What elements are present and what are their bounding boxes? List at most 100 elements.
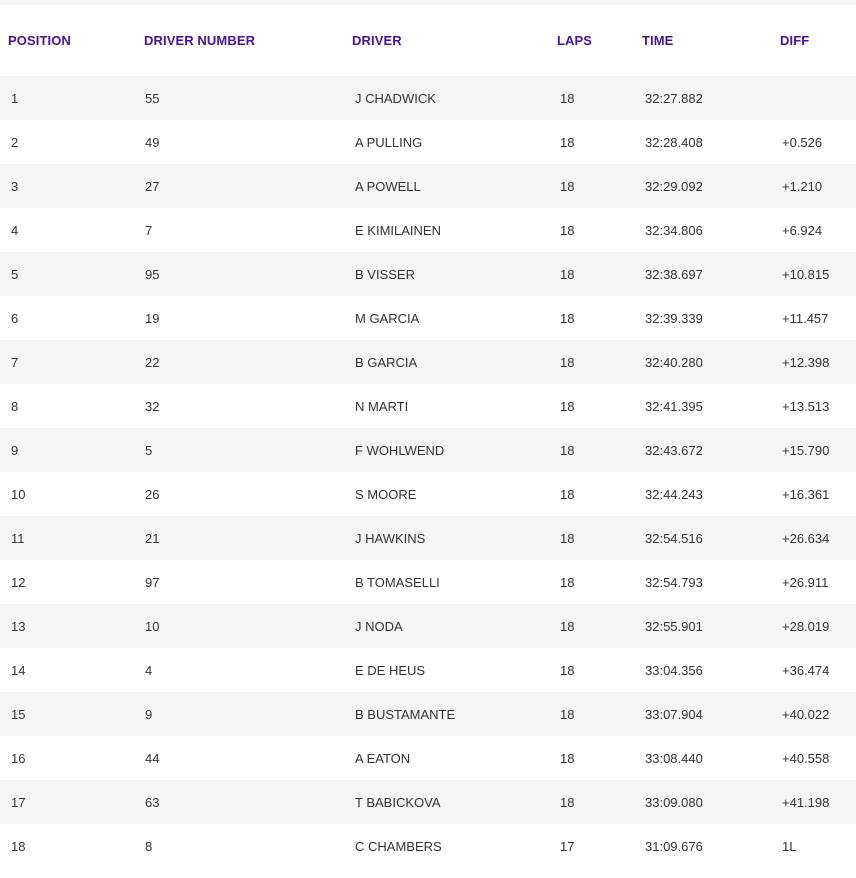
cell-driver-number: 9: [143, 692, 351, 736]
cell-time: 32:38.697: [641, 252, 779, 296]
cell-time: 31:09.676: [641, 824, 779, 868]
cell-time: 32:34.806: [641, 208, 779, 252]
race-results-table: POSITION DRIVER NUMBER DRIVER LAPS TIME …: [0, 5, 856, 868]
cell-time: 32:40.280: [641, 340, 779, 384]
cell-position: 9: [0, 428, 143, 472]
cell-driver-number: 95: [143, 252, 351, 296]
cell-diff: +16.361: [779, 472, 856, 516]
cell-laps: 17: [556, 824, 641, 868]
cell-time: 32:28.408: [641, 120, 779, 164]
cell-driver-number: 8: [143, 824, 351, 868]
cell-time: 32:43.672: [641, 428, 779, 472]
cell-driver: M GARCIA: [351, 296, 556, 340]
cell-laps: 18: [556, 252, 641, 296]
table-row: 1 55 J CHADWICK 18 32:27.882: [0, 76, 856, 120]
cell-driver: T BABICKOVA: [351, 780, 556, 824]
cell-diff: +0.526: [779, 120, 856, 164]
cell-position: 10: [0, 472, 143, 516]
cell-diff: +12.398: [779, 340, 856, 384]
cell-driver: A POWELL: [351, 164, 556, 208]
cell-driver: A PULLING: [351, 120, 556, 164]
cell-time: 32:54.793: [641, 560, 779, 604]
cell-laps: 18: [556, 736, 641, 780]
cell-driver: J HAWKINS: [351, 516, 556, 560]
cell-laps: 18: [556, 780, 641, 824]
cell-diff: +15.790: [779, 428, 856, 472]
cell-diff: +40.022: [779, 692, 856, 736]
cell-time: 32:39.339: [641, 296, 779, 340]
results-table-body: 1 55 J CHADWICK 18 32:27.882 2 49 A PULL…: [0, 76, 856, 868]
table-row: 10 26 S MOORE 18 32:44.243 +16.361: [0, 472, 856, 516]
cell-diff: +13.513: [779, 384, 856, 428]
cell-driver-number: 4: [143, 648, 351, 692]
cell-time: 33:07.904: [641, 692, 779, 736]
table-row: 5 95 B VISSER 18 32:38.697 +10.815: [0, 252, 856, 296]
cell-driver-number: 63: [143, 780, 351, 824]
cell-time: 32:44.243: [641, 472, 779, 516]
cell-laps: 18: [556, 340, 641, 384]
cell-driver: B VISSER: [351, 252, 556, 296]
cell-driver-number: 49: [143, 120, 351, 164]
table-row: 18 8 C CHAMBERS 17 31:09.676 1L: [0, 824, 856, 868]
cell-position: 2: [0, 120, 143, 164]
cell-laps: 18: [556, 76, 641, 120]
cell-diff: +26.911: [779, 560, 856, 604]
cell-time: 33:04.356: [641, 648, 779, 692]
cell-position: 1: [0, 76, 143, 120]
cell-driver: J NODA: [351, 604, 556, 648]
cell-laps: 18: [556, 516, 641, 560]
cell-laps: 18: [556, 208, 641, 252]
table-row: 17 63 T BABICKOVA 18 33:09.080 +41.198: [0, 780, 856, 824]
cell-time: 33:08.440: [641, 736, 779, 780]
cell-position: 8: [0, 384, 143, 428]
cell-time: 32:29.092: [641, 164, 779, 208]
cell-driver: C CHAMBERS: [351, 824, 556, 868]
cell-diff: +28.019: [779, 604, 856, 648]
cell-driver: N MARTI: [351, 384, 556, 428]
cell-laps: 18: [556, 164, 641, 208]
table-row: 2 49 A PULLING 18 32:28.408 +0.526: [0, 120, 856, 164]
column-header-diff: DIFF: [780, 33, 810, 48]
cell-time: 32:55.901: [641, 604, 779, 648]
table-row: 3 27 A POWELL 18 32:29.092 +1.210: [0, 164, 856, 208]
table-row: 8 32 N MARTI 18 32:41.395 +13.513: [0, 384, 856, 428]
cell-position: 14: [0, 648, 143, 692]
cell-driver-number: 22: [143, 340, 351, 384]
cell-driver-number: 97: [143, 560, 351, 604]
table-row: 16 44 A EATON 18 33:08.440 +40.558: [0, 736, 856, 780]
cell-laps: 18: [556, 560, 641, 604]
cell-position: 6: [0, 296, 143, 340]
cell-driver-number: 32: [143, 384, 351, 428]
cell-driver-number: 7: [143, 208, 351, 252]
cell-driver: E DE HEUS: [351, 648, 556, 692]
results-table-header: POSITION DRIVER NUMBER DRIVER LAPS TIME …: [0, 5, 856, 76]
cell-position: 17: [0, 780, 143, 824]
table-row: 12 97 B TOMASELLI 18 32:54.793 +26.911: [0, 560, 856, 604]
cell-position: 16: [0, 736, 143, 780]
cell-diff: +26.634: [779, 516, 856, 560]
cell-time: 32:41.395: [641, 384, 779, 428]
cell-laps: 18: [556, 384, 641, 428]
cell-diff: +40.558: [779, 736, 856, 780]
cell-laps: 18: [556, 120, 641, 164]
cell-position: 5: [0, 252, 143, 296]
cell-laps: 18: [556, 428, 641, 472]
cell-driver-number: 26: [143, 472, 351, 516]
cell-laps: 18: [556, 604, 641, 648]
cell-diff: +1.210: [779, 164, 856, 208]
cell-driver-number: 55: [143, 76, 351, 120]
cell-laps: 18: [556, 472, 641, 516]
table-row: 14 4 E DE HEUS 18 33:04.356 +36.474: [0, 648, 856, 692]
cell-diff: +6.924: [779, 208, 856, 252]
cell-driver: B BUSTAMANTE: [351, 692, 556, 736]
cell-position: 13: [0, 604, 143, 648]
cell-driver-number: 21: [143, 516, 351, 560]
cell-position: 3: [0, 164, 143, 208]
column-header-driver-number: DRIVER NUMBER: [144, 33, 256, 48]
cell-driver-number: 27: [143, 164, 351, 208]
cell-driver-number: 44: [143, 736, 351, 780]
column-header-laps: LAPS: [557, 33, 593, 48]
cell-time: 32:54.516: [641, 516, 779, 560]
table-row: 4 7 E KIMILAINEN 18 32:34.806 +6.924: [0, 208, 856, 252]
cell-diff: [779, 76, 856, 120]
